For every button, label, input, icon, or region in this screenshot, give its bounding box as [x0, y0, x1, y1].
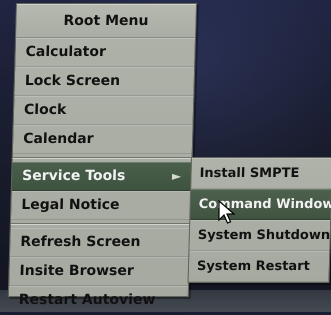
menu-item-restart-autoview[interactable]: Restart Autoview: [8, 286, 189, 315]
menu-item-service-tools[interactable]: Service Tools ►: [11, 162, 192, 191]
menu-item-refresh-screen[interactable]: Refresh Screen: [9, 228, 190, 257]
menu-item-service-tools-label: Service Tools: [21, 168, 126, 184]
submenu-item-system-restart[interactable]: System Restart: [188, 251, 330, 282]
submenu-item-system-shutdown[interactable]: System Shutdown: [189, 220, 330, 251]
menu-item-legal-notice[interactable]: Legal Notice: [10, 191, 191, 220]
root-menu: Root Menu Calculator Lock Screen Clock C…: [7, 3, 197, 315]
menu-separator: [13, 154, 192, 162]
service-tools-submenu: Install SMPTE Command Window System Shut…: [187, 157, 331, 283]
submenu-item-command-window[interactable]: Command Window: [190, 189, 331, 220]
root-menu-title: Root Menu: [16, 4, 196, 38]
menu-separator: [11, 220, 190, 228]
submenu-item-install-smpte[interactable]: Install SMPTE: [191, 158, 331, 189]
chevron-right-icon: ►: [171, 169, 182, 183]
menu-item-calendar[interactable]: Calendar: [12, 125, 193, 154]
menu-item-lock-screen[interactable]: Lock Screen: [14, 67, 195, 96]
menu-item-clock[interactable]: Clock: [13, 96, 194, 125]
menu-item-insite-browser[interactable]: Insite Browser: [9, 257, 189, 286]
menu-item-calculator[interactable]: Calculator: [15, 38, 196, 67]
